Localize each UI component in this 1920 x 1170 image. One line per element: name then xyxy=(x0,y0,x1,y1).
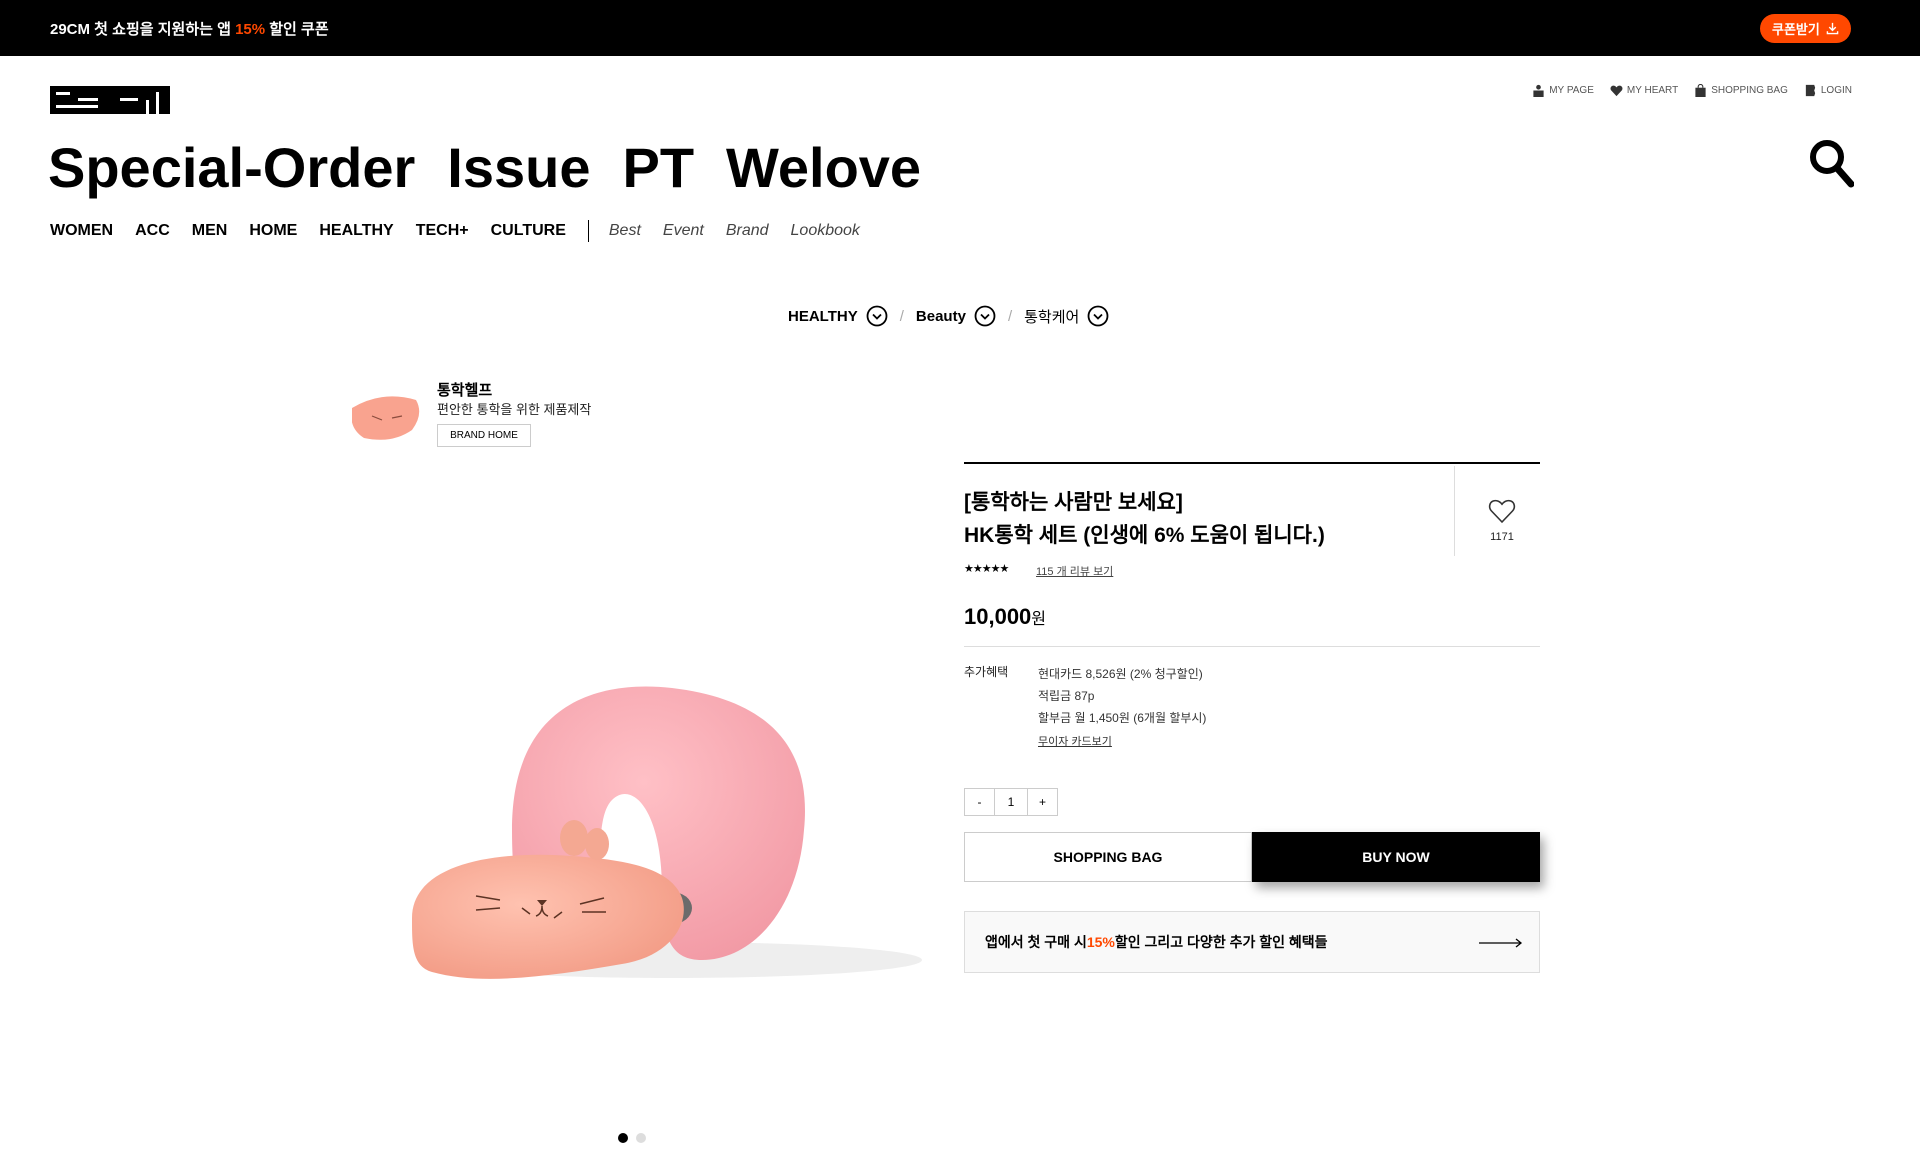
heart-divider xyxy=(1454,466,1455,556)
coupon-button[interactable]: 쿠폰받기 xyxy=(1760,14,1851,43)
gnb-acc[interactable]: ACC xyxy=(135,222,170,240)
breadcrumb: HEALTHY / Beauty / 통학케어 xyxy=(788,305,1109,327)
quantity-plus-button[interactable]: + xyxy=(1028,789,1057,815)
review-link[interactable]: 115 개 리뷰 보기 xyxy=(1036,563,1113,579)
gnb-best[interactable]: Best xyxy=(609,222,641,240)
like-button[interactable]: 1171 xyxy=(1476,498,1528,543)
gnb-men[interactable]: MEN xyxy=(192,222,228,240)
price-divider xyxy=(964,646,1540,647)
category-welove[interactable]: Welove xyxy=(726,132,921,204)
gnb-culture[interactable]: CULTURE xyxy=(491,222,566,240)
brand-home-button[interactable]: BRAND HOME xyxy=(437,424,531,447)
logo[interactable] xyxy=(50,86,170,114)
rating-stars: ★★★★★ xyxy=(964,563,1009,575)
person-icon xyxy=(1533,84,1544,97)
promo-suffix: 할인 쿠폰 xyxy=(265,21,329,38)
breadcrumb-healthy[interactable]: HEALTHY xyxy=(788,305,888,327)
benefit-installment: 할부금 월 1,450원 (6개월 할부시) xyxy=(1038,711,1207,725)
breadcrumb-separator: / xyxy=(1007,307,1013,325)
coupon-button-label: 쿠폰받기 xyxy=(1772,22,1820,37)
buy-now-button[interactable]: BUY NOW xyxy=(1252,832,1540,882)
interest-free-card-link[interactable]: 무이자 카드보기 xyxy=(1038,733,1112,749)
price-value: 10,000 xyxy=(964,604,1032,629)
product-title: [통학하는 사람만 보세요] HK통학 세트 (인생에 6% 도움이 됩니다.) xyxy=(964,486,1444,552)
shopping-bag-label: SHOPPING BAG xyxy=(1711,85,1788,96)
my-page-label: MY PAGE xyxy=(1549,85,1594,96)
app-discount-banner[interactable]: 앱에서 첫 구매 시 15% 할인 그리고 다양한 추가 할인 혜택들 xyxy=(964,911,1540,973)
gnb-tech[interactable]: TECH+ xyxy=(416,222,469,240)
gnb-women[interactable]: WOMEN xyxy=(50,222,113,240)
chevron-down-icon xyxy=(1087,305,1109,327)
slide-dot-1[interactable] xyxy=(618,1133,628,1143)
brand-name[interactable]: 통학헬프 xyxy=(437,379,492,400)
gnb-event[interactable]: Event xyxy=(663,222,704,240)
promo-highlight: 15% xyxy=(235,21,266,38)
quantity-stepper: - 1 + xyxy=(964,788,1058,816)
benefit-label: 추가혜택 xyxy=(964,665,1009,679)
price: 10,000원 xyxy=(964,604,1046,630)
brand-thumbnail-image xyxy=(352,378,422,448)
breadcrumb-beauty-label: Beauty xyxy=(915,307,966,325)
gnb-home[interactable]: HOME xyxy=(249,222,297,240)
slide-indicator xyxy=(618,1133,646,1143)
category-nav: Special-Order Issue PT Welove xyxy=(48,132,921,204)
category-issue[interactable]: Issue xyxy=(447,132,590,204)
breadcrumb-healthy-label: HEALTHY xyxy=(788,307,858,325)
product-title-line2: HK통학 세트 (인생에 6% 도움이 됩니다.) xyxy=(964,524,1325,547)
slide-dot-2[interactable] xyxy=(636,1133,646,1143)
heart-icon xyxy=(1610,85,1623,97)
price-unit: 원 xyxy=(1031,611,1047,628)
login-label: LOGIN xyxy=(1820,85,1852,96)
benefit-list: 현대카드 8,526원 (2% 청구할인) 적립금 87p 할부금 월 1,45… xyxy=(1038,663,1206,729)
promo-text: 29CM 첫 쇼핑을 지원하는 앱 15% 할인 쿠폰 xyxy=(50,18,329,39)
category-pt[interactable]: PT xyxy=(622,132,694,204)
promo-bar: 29CM 첫 쇼핑을 지원하는 앱 15% 할인 쿠폰 쿠폰받기 xyxy=(0,0,1920,56)
app-banner-highlight: 15% xyxy=(1086,934,1115,950)
quantity-minus-button[interactable]: - xyxy=(965,789,994,815)
heart-outline-icon xyxy=(1488,499,1516,524)
brand-thumbnail[interactable] xyxy=(352,378,422,448)
benefit-card-discount: 현대카드 8,526원 (2% 청구할인) xyxy=(1038,667,1203,681)
shopping-bag-link[interactable]: SHOPPING BAG xyxy=(1694,84,1788,97)
utility-nav: MY PAGE MY HEART SHOPPING BAG LOGIN xyxy=(1532,84,1852,97)
search-icon[interactable] xyxy=(1808,138,1854,188)
gnb-lookbook[interactable]: Lookbook xyxy=(791,222,860,240)
info-top-border xyxy=(964,462,1540,464)
my-heart-label: MY HEART xyxy=(1626,85,1679,96)
chevron-down-icon xyxy=(974,305,996,327)
bag-icon xyxy=(1695,84,1706,97)
category-special-order[interactable]: Special-Order xyxy=(48,132,415,204)
my-heart-link[interactable]: MY HEART xyxy=(1610,84,1678,97)
promo-prefix: 29CM 첫 쇼핑을 지원하는 앱 xyxy=(50,21,236,38)
gnb-divider xyxy=(587,220,589,242)
my-page-link[interactable]: MY PAGE xyxy=(1532,84,1594,97)
product-image[interactable] xyxy=(372,660,932,1020)
main-gnb: WOMEN ACC MEN HOME HEALTHY TECH+ CULTURE… xyxy=(50,220,882,242)
app-banner-prefix: 앱에서 첫 구매 시 xyxy=(985,934,1087,950)
arrow-right-icon xyxy=(1479,938,1523,948)
gnb-brand[interactable]: Brand xyxy=(726,222,769,240)
download-icon xyxy=(1826,22,1839,35)
shopping-bag-button[interactable]: SHOPPING BAG xyxy=(964,832,1252,882)
heart-count: 1171 xyxy=(1490,531,1514,543)
breadcrumb-separator: / xyxy=(899,307,904,325)
breadcrumb-commute-care-label: 통학케어 xyxy=(1024,308,1080,326)
benefit-points: 적립금 87p xyxy=(1038,689,1095,703)
brand-description: 편안한 통학을 위한 제품제작 xyxy=(437,402,592,417)
login-link[interactable]: LOGIN xyxy=(1804,84,1852,97)
gnb-healthy[interactable]: HEALTHY xyxy=(319,222,393,240)
product-title-line1: [통학하는 사람만 보세요] xyxy=(964,491,1183,514)
chevron-down-icon xyxy=(866,305,888,327)
login-icon xyxy=(1805,84,1816,97)
breadcrumb-beauty[interactable]: Beauty xyxy=(916,305,996,327)
breadcrumb-commute-care[interactable]: 통학케어 xyxy=(1024,305,1109,327)
quantity-value[interactable]: 1 xyxy=(994,789,1028,815)
app-banner-suffix: 할인 그리고 다양한 추가 할인 혜택들 xyxy=(1114,934,1328,950)
